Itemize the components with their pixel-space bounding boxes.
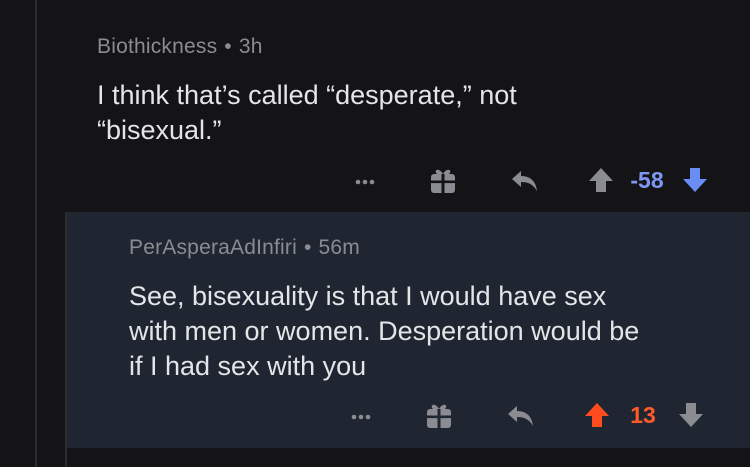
thread-line-depth-1[interactable] — [35, 0, 37, 467]
vote-score: 13 — [630, 401, 656, 428]
vote-score: -58 — [630, 166, 664, 193]
comment-body: I think that’s called “desperate,” not “… — [97, 78, 657, 148]
meta-separator: • — [224, 35, 232, 58]
comment-author[interactable]: Biothickness — [97, 35, 217, 58]
comment-thread: Biothickness • 3h I think that’s called “d… — [0, 0, 750, 467]
comment: Biothickness • 3h I think that’s called “d… — [67, 0, 750, 212]
comment-age: 3h — [238, 35, 263, 58]
comment-actions: -58 — [350, 163, 710, 197]
upvote-arrow-icon[interactable] — [586, 165, 616, 195]
more-horizontal-icon[interactable] — [350, 165, 380, 195]
comment-body: See, bisexuality is that I would have se… — [129, 279, 729, 384]
gift-icon[interactable] — [424, 400, 454, 430]
next-comment-area — [67, 448, 750, 467]
comment-age: 56m — [318, 236, 360, 259]
comment-actions: 13 — [346, 398, 706, 432]
reply-arrow-icon[interactable] — [506, 400, 536, 430]
comment: PerAsperaAdInfiri • 56m See, bisexuality i… — [67, 212, 750, 448]
comment-meta: PerAsperaAdInfiri • 56m — [129, 236, 360, 260]
downvote-arrow-icon[interactable] — [676, 400, 706, 430]
upvote-arrow-icon[interactable] — [582, 400, 612, 430]
reply-arrow-icon[interactable] — [510, 165, 540, 195]
comment-body-line: with men or women. Desperation would be — [129, 316, 640, 346]
downvote-arrow-icon[interactable] — [680, 165, 710, 195]
comment-body-line: See, bisexuality is that I would have se… — [129, 281, 607, 311]
comment-body-line: “bisexual.” — [97, 115, 222, 145]
comment-body-line: if I had sex with you — [129, 351, 367, 381]
comment-body-line: I think that’s called “desperate,” not — [97, 80, 517, 110]
meta-separator: • — [303, 236, 312, 259]
gift-icon[interactable] — [428, 165, 458, 195]
more-horizontal-icon[interactable] — [346, 400, 376, 430]
comment-author[interactable]: PerAsperaAdInfiri — [129, 236, 297, 259]
comment-meta: Biothickness • 3h — [97, 35, 263, 59]
